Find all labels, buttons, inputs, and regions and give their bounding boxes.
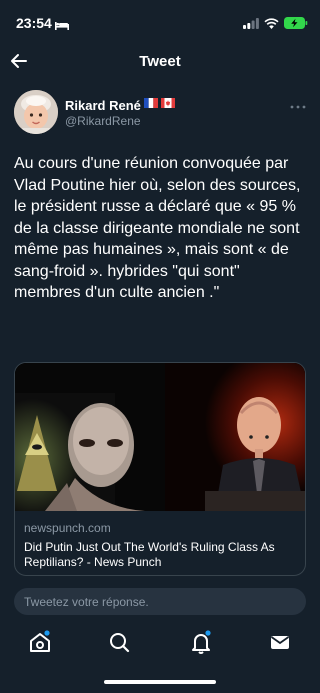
flag-canada-icon (161, 98, 175, 108)
flag-france-icon (144, 98, 158, 108)
status-bar: 23:54 (0, 0, 320, 44)
search-icon (110, 633, 130, 653)
author-name[interactable]: Rikard René (65, 98, 141, 113)
tab-notifications[interactable] (188, 629, 214, 655)
home-indicator (104, 680, 216, 684)
tweet-header: Tweet (0, 44, 320, 80)
reply-placeholder: Tweetez votre réponse. (24, 595, 149, 609)
notifications-icon (192, 630, 211, 654)
card-image (15, 363, 305, 511)
signal-icon (243, 16, 259, 34)
status-time: 23:54 (16, 15, 52, 31)
tab-home[interactable] (27, 629, 53, 655)
page-title: Tweet (139, 53, 181, 70)
tweet-text: Au cours d'une réunion convoquée par Vla… (14, 155, 301, 301)
battery-icon (284, 16, 308, 34)
status-indicators (243, 16, 308, 34)
reply-input[interactable]: Tweetez votre réponse. (14, 588, 306, 615)
card-domain: newspunch.com (24, 521, 111, 535)
card-title: Did Putin Just Out The World's Ruling Cl… (24, 540, 275, 569)
home-icon (30, 630, 50, 652)
bottom-tab-bar (0, 625, 320, 661)
wifi-icon (264, 16, 279, 34)
tweet-author: Rikard René @RikardRene (14, 90, 306, 138)
avatar[interactable] (14, 90, 58, 134)
sleep-mode-icon (55, 17, 69, 35)
tab-messages[interactable] (267, 629, 293, 655)
author-handle[interactable]: @RikardRene (65, 114, 141, 128)
messages-icon (270, 636, 290, 649)
link-preview-card[interactable]: newspunch.com Did Putin Just Out The Wor… (14, 362, 306, 576)
more-options-button[interactable] (290, 96, 306, 112)
author-flags (144, 98, 175, 108)
more-dots-icon (290, 105, 306, 109)
tab-search[interactable] (106, 629, 132, 655)
